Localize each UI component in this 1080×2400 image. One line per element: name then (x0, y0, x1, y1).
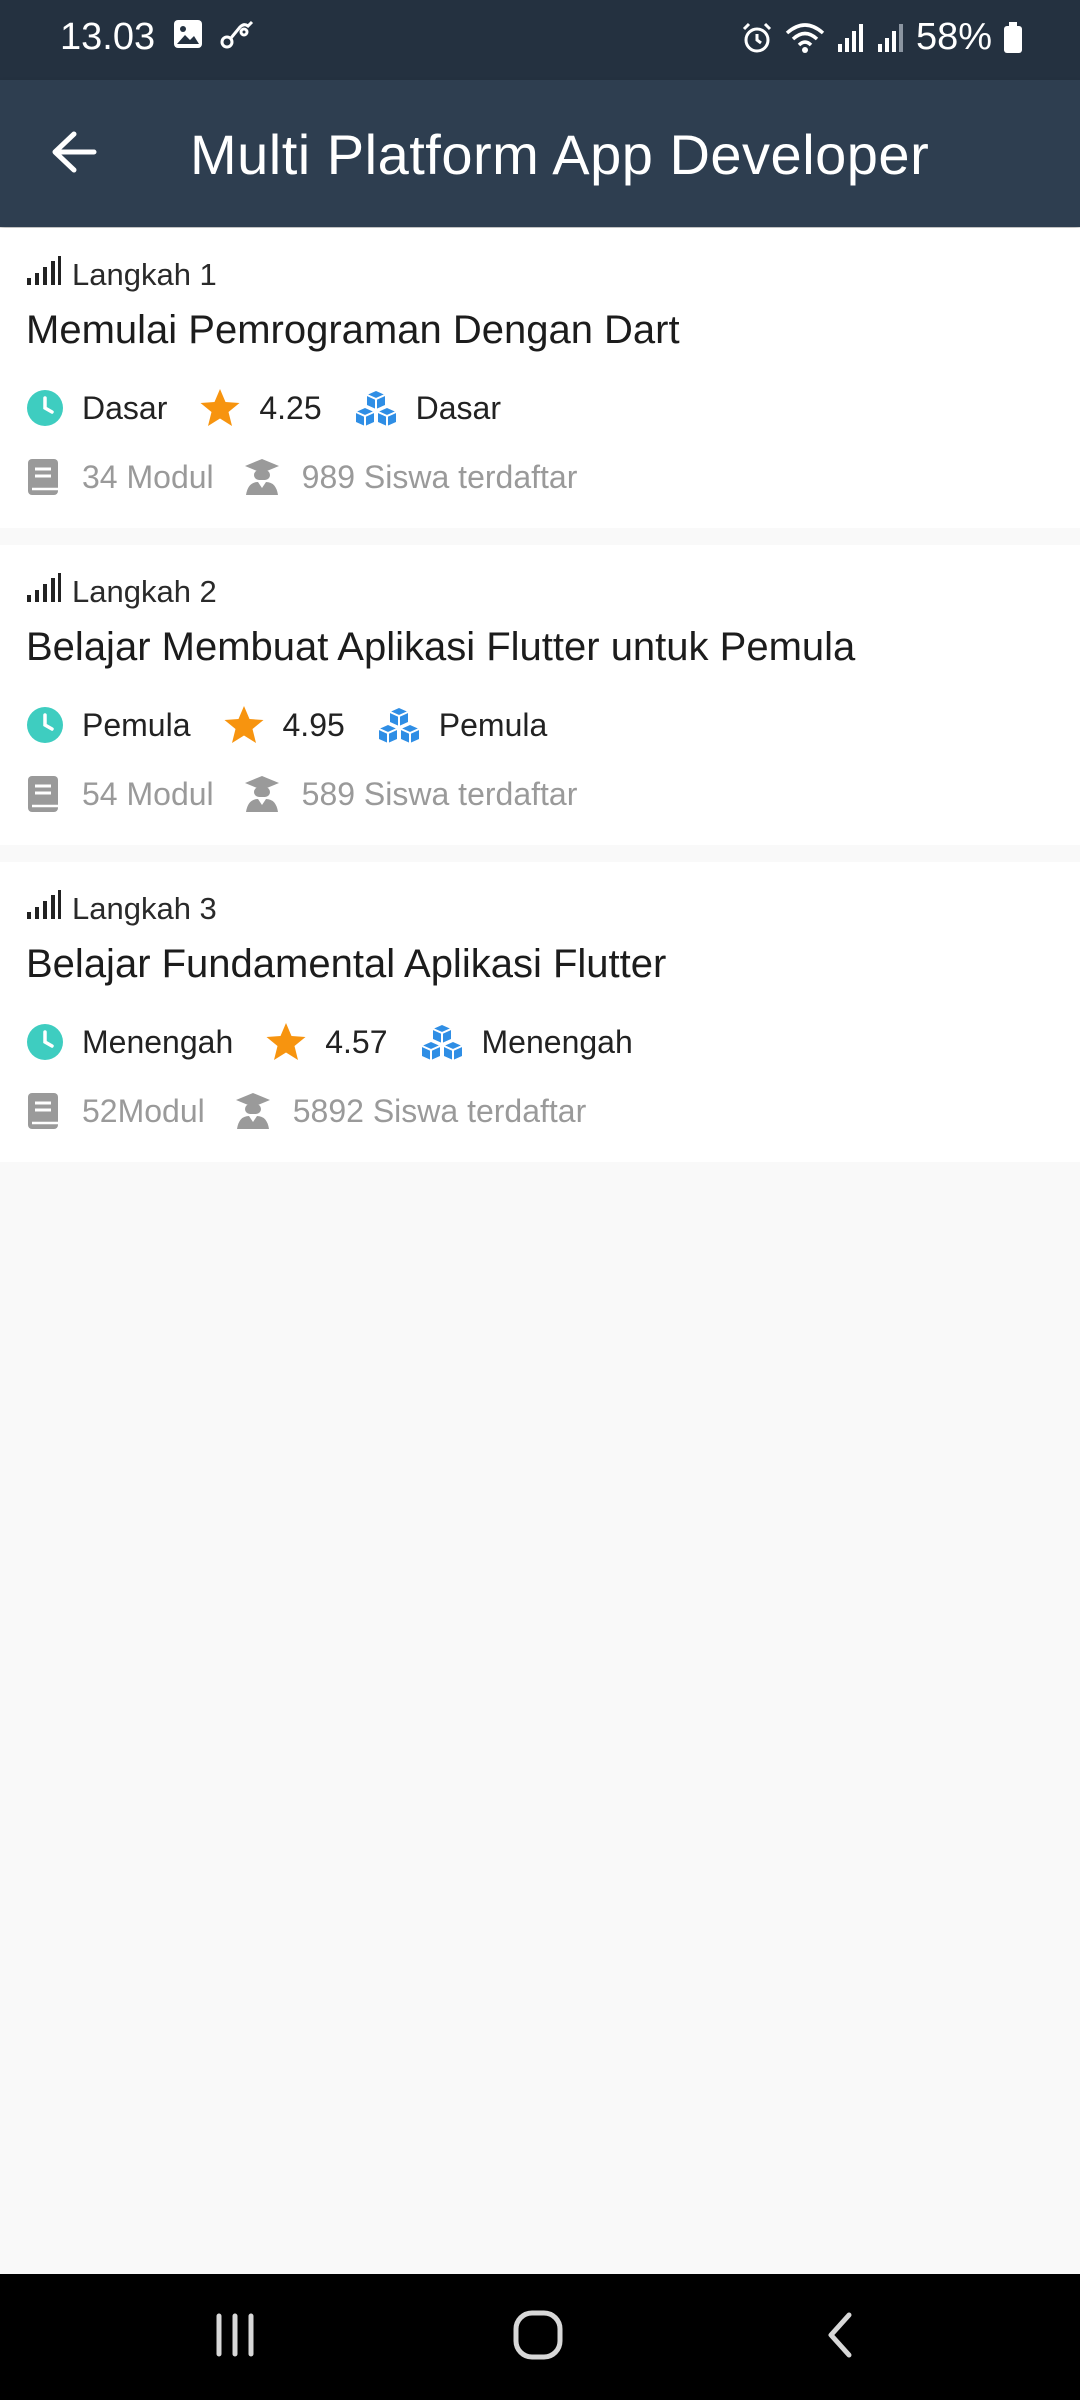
back-button[interactable] (38, 118, 110, 190)
link-icon (218, 18, 256, 55)
student-count: 989 Siswa terdaftar (301, 458, 578, 495)
battery-percent: 58% (915, 16, 992, 58)
difficulty: Menengah (481, 1023, 633, 1060)
cubes-icon (420, 1023, 464, 1061)
image-icon (172, 18, 204, 55)
recent-apps-button[interactable] (195, 2304, 275, 2370)
graduate-icon (244, 458, 280, 496)
cubes-icon (377, 706, 421, 744)
star-icon (265, 1022, 307, 1062)
difficulty: Pemula (438, 706, 548, 743)
time-level: Dasar (82, 389, 168, 426)
rating: 4.57 (325, 1023, 388, 1060)
rating: 4.95 (282, 706, 345, 743)
system-back-button[interactable] (800, 2304, 880, 2370)
arrow-left-icon (50, 130, 98, 179)
signal-bars-icon (26, 573, 62, 611)
course-title: Belajar Fundamental Aplikasi Flutter (26, 942, 667, 986)
clock-icon (26, 1023, 64, 1061)
course-card[interactable]: Langkah 1 Memulai Pemrograman Dengan Dar… (0, 228, 1080, 528)
course-card[interactable]: Langkah 3 Belajar Fundamental Aplikasi F… (0, 862, 1080, 1162)
status-time: 13.03 (60, 16, 156, 58)
signal-icon (836, 22, 866, 54)
status-bar: 13.03 58% (0, 0, 1080, 80)
star-icon (223, 705, 265, 745)
step-label: Langkah 3 (72, 891, 217, 926)
course-card[interactable]: Langkah 2 Belajar Membuat Aplikasi Flutt… (0, 545, 1080, 845)
book-icon (26, 1092, 60, 1130)
graduate-icon (235, 1092, 271, 1130)
battery-icon (1002, 21, 1024, 55)
step-label: Langkah 2 (72, 574, 217, 609)
time-level: Menengah (82, 1023, 234, 1060)
clock-icon (26, 706, 64, 744)
alarm-icon (740, 21, 774, 55)
student-count: 5892 Siswa terdaftar (292, 1092, 587, 1129)
book-icon (26, 458, 60, 496)
recent-apps-icon (211, 2312, 259, 2363)
course-title: Belajar Membuat Aplikasi Flutter untuk P… (26, 625, 856, 669)
step-label: Langkah 1 (72, 257, 217, 292)
app-bar: Multi Platform App Developer (0, 80, 1080, 227)
difficulty: Dasar (415, 389, 501, 426)
clock-icon (26, 389, 64, 427)
system-nav-bar (0, 2274, 1080, 2400)
signal-bars-icon (26, 256, 62, 294)
module-count: 54 Modul (82, 775, 214, 812)
page-title: Multi Platform App Developer (190, 123, 930, 186)
rating: 4.25 (259, 389, 322, 426)
signal-icon (876, 22, 906, 54)
cubes-icon (354, 389, 398, 427)
home-icon (512, 2309, 564, 2366)
signal-bars-icon (26, 890, 62, 928)
home-button[interactable] (498, 2304, 578, 2370)
time-level: Pemula (82, 706, 191, 743)
star-icon (199, 388, 241, 428)
course-title: Memulai Pemrograman Dengan Dart (26, 308, 680, 352)
book-icon (26, 775, 60, 813)
wifi-icon (784, 21, 826, 55)
module-count: 34 Modul (82, 458, 214, 495)
graduate-icon (244, 775, 280, 813)
back-icon (823, 2311, 857, 2364)
student-count: 589 Siswa terdaftar (301, 775, 578, 812)
module-count: 52Modul (82, 1092, 205, 1129)
